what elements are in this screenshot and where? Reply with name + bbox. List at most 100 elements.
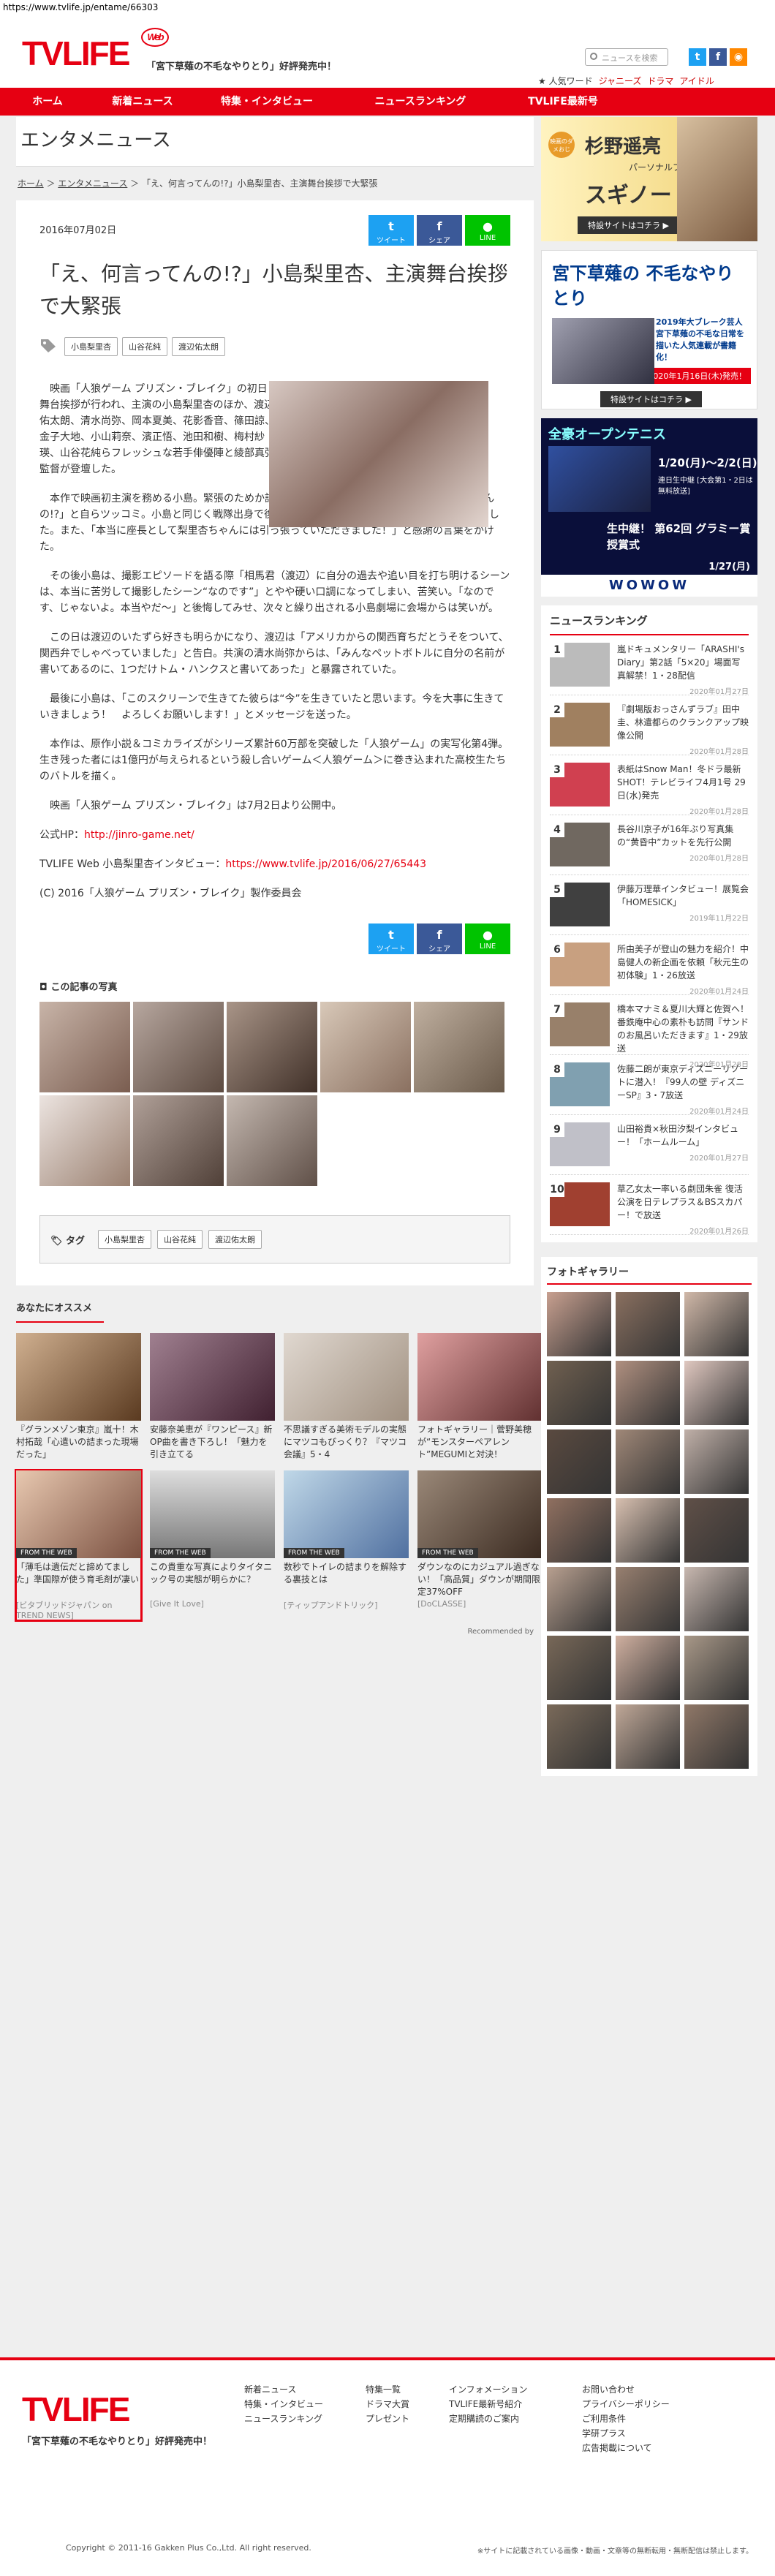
gallery-photo[interactable] bbox=[616, 1292, 680, 1356]
copyright: Copyright © 2011-16 Gakken Plus Co.,Ltd.… bbox=[66, 2543, 311, 2553]
gallery-thumb[interactable] bbox=[227, 1002, 317, 1092]
gallery-photo[interactable] bbox=[547, 1636, 611, 1700]
recommend-item[interactable]: FROM THE WEB 「薄毛は遺伝だと諦めてました」準国際が使う育毛剤が凄い[… bbox=[15, 1469, 143, 1622]
recommend-item[interactable]: FROM THE WEB ダウンなのにカジュアル過ぎない！「高品質」ダウンが期間限… bbox=[417, 1470, 542, 1620]
ad-photo bbox=[552, 318, 654, 384]
ranking-item[interactable]: 5 伊藤万理華インタビュー！展覧会「HOMESICK」 2019年11月22日 bbox=[550, 875, 749, 935]
ranking-item[interactable]: 4 長谷川京子が16年ぶり写真集の“黄昏中”カットを先行公開 2020年01月28日 bbox=[550, 815, 749, 875]
hot-word[interactable]: アイドル bbox=[679, 76, 714, 86]
tag-link[interactable]: 山谷花純 bbox=[157, 1230, 203, 1249]
line-button[interactable]: ● LINE bbox=[465, 215, 510, 246]
recommend-image[interactable] bbox=[417, 1333, 542, 1421]
gallery-photo[interactable] bbox=[547, 1704, 611, 1769]
nav-latest-issue[interactable]: TVLIFE最新号 bbox=[497, 88, 629, 116]
header-tagline[interactable]: 「宮下草薙の不毛なやりとり」好評発売中！ bbox=[146, 58, 336, 72]
site-logo[interactable]: TVLIFE Web bbox=[22, 28, 169, 73]
gallery-thumb[interactable] bbox=[320, 1002, 411, 1092]
gallery-photo[interactable] bbox=[547, 1498, 611, 1563]
paragraph: 映画「人狼ゲーム プリズン・ブレイク」は7月2日より公開中。 bbox=[50, 800, 342, 812]
recommend-item[interactable]: FROM THE WEB この貴重な写真によりタイタニック号の実態が明らかに？ [G… bbox=[150, 1470, 275, 1620]
interview-link[interactable]: https://www.tvlife.jp/2016/06/27/65443 bbox=[225, 858, 426, 870]
ranking-item[interactable]: 3 表紙はSnow Man！冬ドラ最新SHOT！テレビライフ4月1号 29日(水)… bbox=[550, 755, 749, 816]
recommend-image[interactable]: FROM THE WEB bbox=[150, 1470, 275, 1558]
recommend-image[interactable]: FROM THE WEB bbox=[16, 1470, 141, 1558]
gallery-thumb[interactable] bbox=[133, 1095, 224, 1186]
tag-link[interactable]: 渡辺佑太朗 bbox=[172, 337, 225, 356]
gallery-thumb[interactable] bbox=[133, 1002, 224, 1092]
recommend-image[interactable]: FROM THE WEB bbox=[417, 1470, 542, 1558]
search-input[interactable]: ニュースを検索 bbox=[585, 48, 668, 66]
gallery-photo[interactable] bbox=[684, 1498, 749, 1563]
gallery-photo[interactable] bbox=[616, 1361, 680, 1425]
recommend-item[interactable]: FROM THE WEB 数秒でトイレの詰まりを解除する裏技とは [ティップアンドト… bbox=[284, 1470, 409, 1620]
site-header: TVLIFE Web 「宮下草薙の不毛なやりとり」好評発売中！ ニュースを検索 t… bbox=[0, 18, 775, 88]
ranking-item[interactable]: 1 嵐ドキュメンタリー「ARASHI's Diary」第2話「5×20」場面写真解… bbox=[550, 635, 749, 696]
recommend-item[interactable]: 安藤奈美恵が『ワンピース』新OP曲を書き下ろし！「魅力を引き立てる bbox=[150, 1333, 275, 1462]
official-link[interactable]: http://jinro-game.net/ bbox=[84, 829, 194, 841]
nav-ranking[interactable]: ニュースランキング bbox=[344, 88, 497, 116]
nav-news[interactable]: 新着ニュース bbox=[95, 88, 190, 116]
article-main-photo[interactable] bbox=[269, 381, 488, 527]
ad-miyashita[interactable]: 宮下草薙の 不毛なやりとり 2019年大ブレーク芸人 宮下草薙の不毛な日常を描い… bbox=[541, 250, 757, 409]
gallery-photo[interactable] bbox=[547, 1429, 611, 1494]
line-button[interactable]: ● LINE bbox=[465, 923, 510, 954]
recommend-item[interactable]: フォトギャラリー｜菅野美穂が“モンスターペアレント”MEGUMIと対決！ bbox=[417, 1333, 542, 1462]
gallery-photo[interactable] bbox=[684, 1567, 749, 1631]
ranking-item[interactable]: 9 山田裕貴×秋田汐梨インタビュー！「ホームルーム」 2020年01月27日 bbox=[550, 1115, 749, 1175]
recommend-item[interactable]: 『グランメゾン東京』嵐十！木村拓哉「心遣いの詰まった現場だった」 bbox=[16, 1333, 141, 1462]
gallery-thumb[interactable] bbox=[39, 1095, 130, 1186]
fb-share-button[interactable]: f シェア bbox=[417, 923, 462, 954]
gallery-photo[interactable] bbox=[547, 1292, 611, 1356]
ranking-item[interactable]: 7 橋本マナミ＆夏川大輝と佐賀へ！番鉄庵中心の素朴も訪問『サンドのお風呂いただきま… bbox=[550, 995, 749, 1069]
ad-wowow[interactable]: 全豪オープンテニス 1/20(月)～2/2(日) 連日生中継 [大会第1・2日は… bbox=[541, 418, 757, 597]
ranking-item[interactable]: 6 所由美子が登山の魅力を紹介！中島健人の新企画を依頼「秋元生の初体験」1・26放… bbox=[550, 935, 749, 996]
gallery-photo[interactable] bbox=[616, 1704, 680, 1769]
ranking-item[interactable]: 2 『劇場版おっさんずラブ』田中圭、林遣都らのクランクアップ映像公開 2020年01… bbox=[550, 695, 749, 756]
gallery-photo[interactable] bbox=[616, 1429, 680, 1494]
recommend-image[interactable] bbox=[284, 1333, 409, 1421]
tag-link[interactable]: 山谷花純 bbox=[122, 337, 167, 356]
search-icon bbox=[590, 53, 597, 60]
tag-link[interactable]: 渡辺佑太朗 bbox=[208, 1230, 262, 1249]
ranking-item[interactable]: 8 佐藤二朗が東京ディズニーリゾートに潜入！『99人の壁 ディズニーSP』3・7放… bbox=[550, 1055, 749, 1116]
tag-link[interactable]: 小島梨里杏 bbox=[98, 1230, 152, 1249]
gallery-thumb[interactable] bbox=[39, 1002, 130, 1092]
gallery-photo[interactable] bbox=[684, 1636, 749, 1700]
nav-home[interactable]: ホーム bbox=[0, 88, 95, 116]
gallery-photo[interactable] bbox=[684, 1704, 749, 1769]
recommended-by[interactable]: Recommended by bbox=[16, 1628, 534, 1636]
ad-photo bbox=[677, 117, 757, 241]
facebook-icon[interactable]: f bbox=[709, 48, 727, 66]
recommend-item[interactable]: 不思議すぎる美術モデルの実態にマツコもびっくり？『マツコ会議』5・4 bbox=[284, 1333, 409, 1462]
gallery-photo[interactable] bbox=[547, 1567, 611, 1631]
gallery-photo[interactable] bbox=[684, 1361, 749, 1425]
site-footer: TVLIFE 「宮下草薙の不毛なやりとり」好評発売中！ 新着ニュース 特集・インタ… bbox=[0, 2357, 775, 2576]
gallery-photo[interactable] bbox=[684, 1429, 749, 1494]
gallery-photo[interactable] bbox=[616, 1498, 680, 1563]
gallery-photo[interactable] bbox=[616, 1636, 680, 1700]
recommend-image[interactable] bbox=[150, 1333, 275, 1421]
tweet-button[interactable]: t ツイート bbox=[368, 215, 414, 246]
hot-word[interactable]: ジャニーズ bbox=[599, 76, 642, 86]
ranking-item[interactable]: 10 草乙女太一率いる劇団朱雀 復活公演を日テレプラス＆BSスカパー！で放送 202… bbox=[550, 1175, 749, 1236]
gallery-photo[interactable] bbox=[547, 1361, 611, 1425]
recommend-image[interactable]: FROM THE WEB bbox=[284, 1470, 409, 1558]
ad-sugino[interactable]: 映画のダメおじ 杉野遥亮 パーソナルブック スギノート 特設サイトはコチラ ▶ bbox=[541, 117, 757, 241]
recommend-image[interactable] bbox=[16, 1333, 141, 1421]
hot-word[interactable]: ドラマ bbox=[647, 76, 673, 86]
nav-features[interactable]: 特集・インタビュー bbox=[190, 88, 344, 116]
gallery-thumb[interactable] bbox=[414, 1002, 504, 1092]
footer-tagline[interactable]: 「宮下草薙の不毛なやりとり」好評発売中！ bbox=[22, 2433, 212, 2447]
gallery-photo[interactable] bbox=[684, 1292, 749, 1356]
gallery-photo[interactable] bbox=[616, 1567, 680, 1631]
tag-link[interactable]: 小島梨里杏 bbox=[64, 337, 118, 356]
bottom-tags: 🏷 タグ 小島梨里杏 山谷花純 渡辺佑太朗 bbox=[39, 1215, 510, 1264]
rss-icon[interactable]: ◉ bbox=[730, 48, 747, 66]
gallery-thumb[interactable] bbox=[227, 1095, 317, 1186]
twitter-icon[interactable]: t bbox=[689, 48, 706, 66]
tweet-button[interactable]: t ツイート bbox=[368, 923, 414, 954]
footer-col-1: 新着ニュース 特集・インタビュー ニュースランキング bbox=[244, 2384, 324, 2424]
footer-logo[interactable]: TVLIFE bbox=[22, 2390, 130, 2429]
fb-share-button[interactable]: f シェア bbox=[417, 215, 462, 246]
address-bar[interactable]: https://www.tvlife.jp/entame/66303 bbox=[0, 0, 775, 18]
